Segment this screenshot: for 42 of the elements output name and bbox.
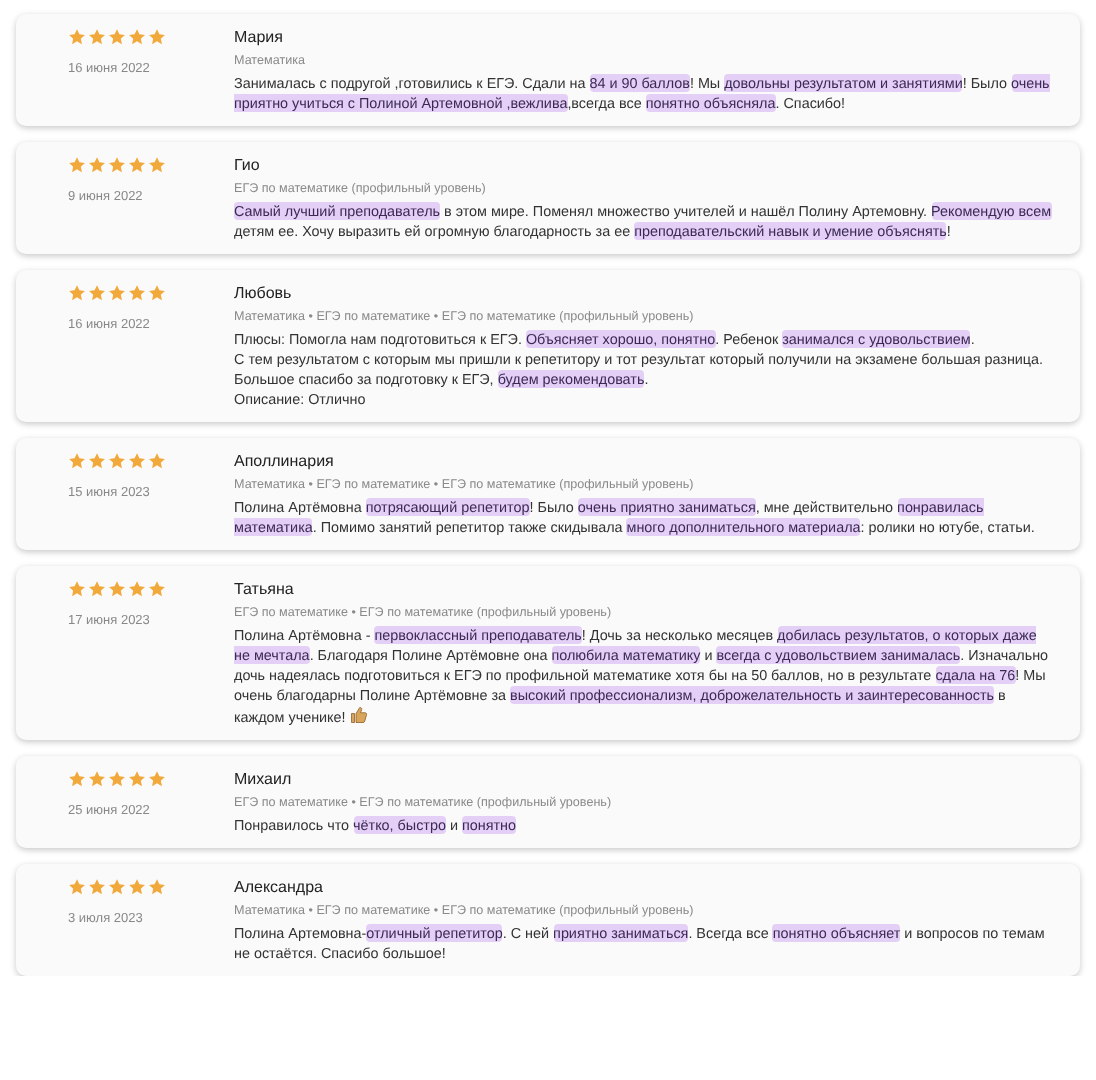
star-icon [128, 770, 146, 788]
star-icon [68, 284, 86, 302]
star-icon [148, 878, 166, 896]
star-icon [108, 156, 126, 174]
star-icon [108, 452, 126, 470]
star-icon [148, 156, 166, 174]
star-icon [108, 878, 126, 896]
star-icon [68, 28, 86, 46]
star-icon [128, 580, 146, 598]
reviewer-name: Александра [234, 876, 325, 898]
star-icon [148, 284, 166, 302]
star-icon [128, 452, 146, 470]
star-icon [88, 878, 106, 896]
star-icon [68, 452, 86, 470]
star-icon [128, 284, 146, 302]
reviewer-name: Михаил [234, 768, 294, 790]
star-icon [68, 878, 86, 896]
star-icon [68, 580, 86, 598]
reviewer-name: Мария [234, 26, 285, 48]
star-icon [88, 28, 106, 46]
star-icon [148, 580, 166, 598]
star-icon [148, 452, 166, 470]
star-icon [88, 580, 106, 598]
reviewer-name: Аполлинария [234, 450, 336, 472]
star-icon [128, 878, 146, 896]
reviewer-name: Любовь [234, 282, 294, 304]
star-icon [68, 156, 86, 174]
star-icon [108, 580, 126, 598]
star-icon [148, 770, 166, 788]
star-icon [88, 770, 106, 788]
star-icon [108, 770, 126, 788]
star-icon [128, 156, 146, 174]
star-icon [68, 770, 86, 788]
star-icon [148, 28, 166, 46]
star-icon [88, 452, 106, 470]
star-icon [88, 156, 106, 174]
reviewer-name: Гио [234, 154, 262, 176]
reviewer-name: Татьяна [234, 578, 296, 600]
star-icon [128, 28, 146, 46]
star-icon [88, 284, 106, 302]
star-icon [108, 284, 126, 302]
star-icon [108, 28, 126, 46]
